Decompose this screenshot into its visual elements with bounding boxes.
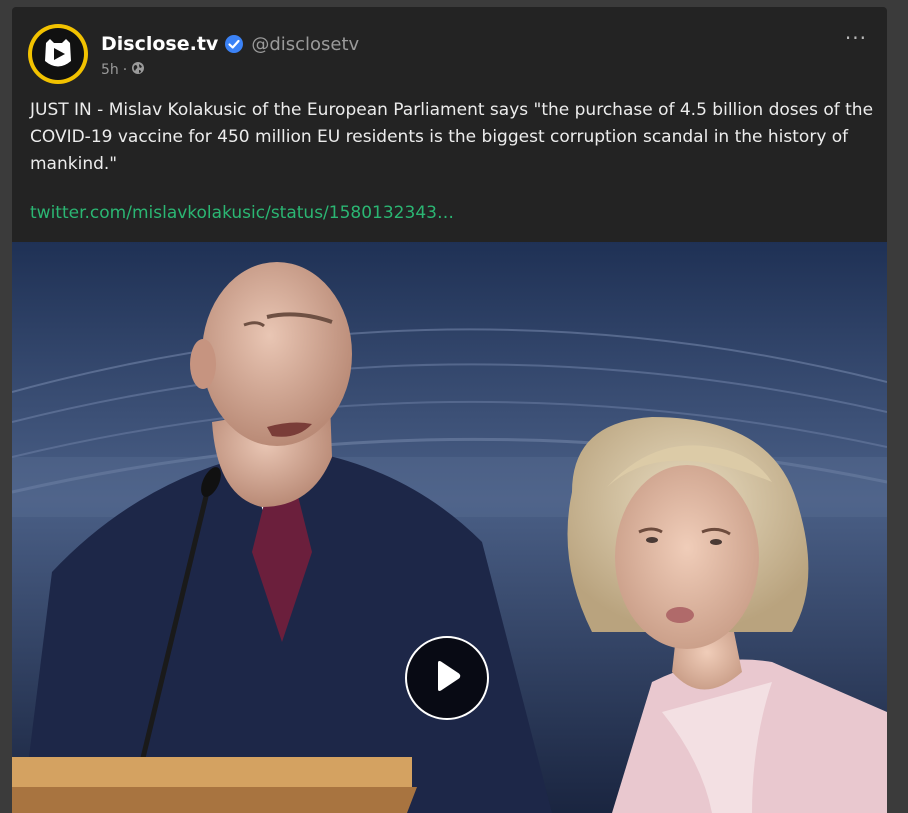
post-meta: 5h · — [101, 61, 145, 79]
author-row: Disclose.tv @disclosetv — [101, 33, 359, 55]
globe-icon — [131, 61, 145, 79]
more-options-icon[interactable]: ··· — [845, 28, 867, 48]
avatar[interactable] — [28, 24, 88, 84]
handle[interactable]: @disclosetv — [251, 34, 359, 55]
play-icon — [432, 659, 462, 697]
disclose-tv-logo-icon — [32, 28, 84, 80]
thumbnail-image — [12, 242, 887, 813]
video-thumbnail[interactable] — [12, 242, 887, 813]
meta-separator: · — [122, 62, 128, 78]
timestamp[interactable]: 5h — [101, 62, 119, 78]
verified-badge-icon — [224, 34, 244, 54]
play-button[interactable] — [405, 636, 489, 720]
post-card: Disclose.tv @disclosetv 5h · ··· JUST IN… — [12, 7, 887, 813]
post-link[interactable]: twitter.com/mislavkolakusic/status/15801… — [30, 203, 454, 223]
display-name[interactable]: Disclose.tv — [101, 33, 218, 55]
post-text: JUST IN - Mislav Kolakusic of the Europe… — [30, 100, 874, 174]
